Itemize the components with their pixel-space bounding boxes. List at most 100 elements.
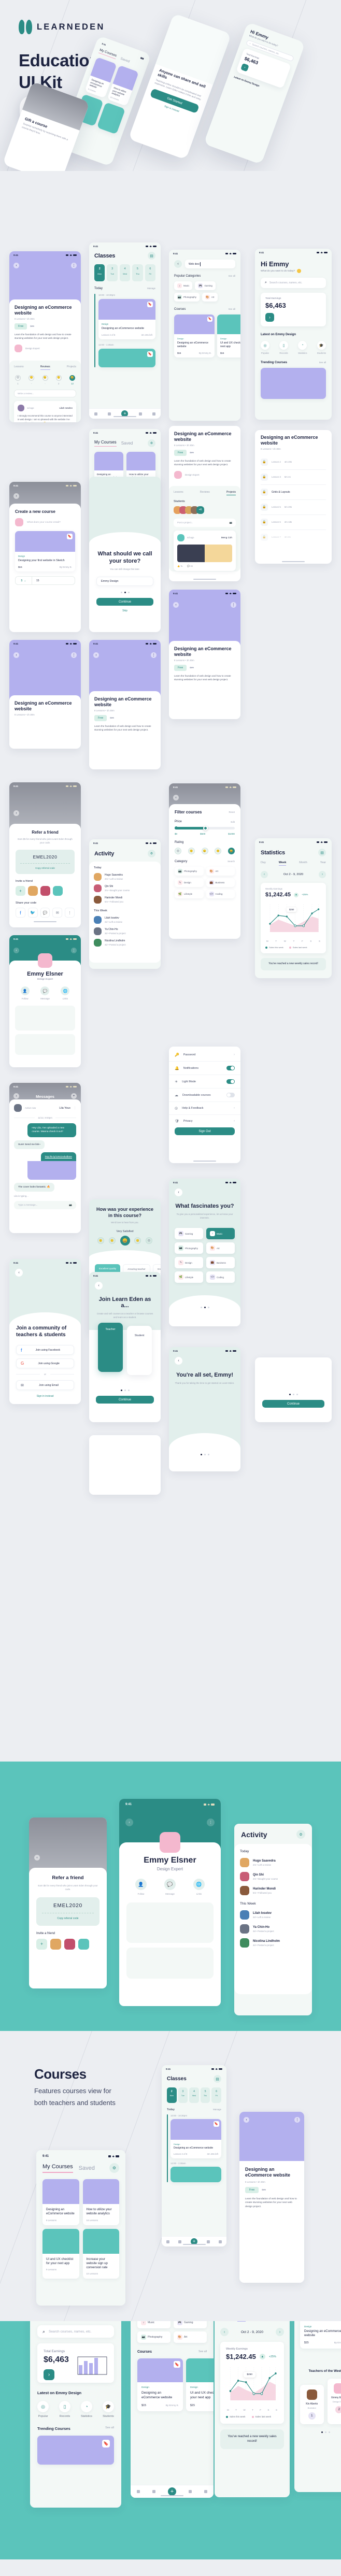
book-icon[interactable]: ▯	[59, 2401, 70, 2412]
settings-label[interactable]: Privacy	[183, 1120, 230, 1123]
lesson-name[interactable]: Lesson 3	[272, 476, 281, 478]
manage-link[interactable]: Manage	[147, 287, 155, 290]
bell-icon[interactable]	[189, 2490, 192, 2493]
tab-my-courses[interactable]: My Courses	[94, 440, 117, 447]
graduate-icon[interactable]: 🎓	[102, 2401, 114, 2412]
category-chip-photography[interactable]: 📷 Photography	[174, 293, 200, 302]
notifications-toggle[interactable]	[226, 1066, 235, 1070]
interest-chip-coding[interactable]: </> Coding	[206, 1271, 235, 1283]
category-chip-music[interactable]: ♪ Music	[137, 2321, 170, 2328]
rating-emoji-4[interactable]: 🙁	[134, 1237, 141, 1244]
back-button[interactable]: ‹	[173, 602, 179, 608]
filter-chip-coding[interactable]: </> Coding	[206, 890, 235, 898]
copy-code-button[interactable]: Copy referral code	[20, 863, 70, 869]
facebook-join-button[interactable]: f Join using Facebook	[16, 1345, 74, 1355]
back-button[interactable]: ‹	[34, 1855, 40, 1861]
settings-label[interactable]: Help & Feedback	[182, 1107, 230, 1110]
back-button[interactable]: ‹	[174, 260, 182, 268]
lesson-name[interactable]: Lesson 6	[272, 521, 281, 523]
continue-button[interactable]: Continue	[96, 598, 153, 606]
twitter-icon[interactable]: 🐦	[27, 908, 38, 918]
filter-icon[interactable]: ⚙	[109, 2163, 119, 2173]
day-chip[interactable]: 3 Tue	[178, 2087, 188, 2103]
book-icon[interactable]	[108, 412, 111, 416]
more-icon[interactable]: ⋮	[65, 908, 75, 918]
tab-projects[interactable]: Projects	[226, 491, 236, 495]
bottom-tab-bar[interactable]: +	[131, 2485, 214, 2498]
email-join-button[interactable]: ✉ Join using Email	[16, 1380, 74, 1390]
slider-handle-min[interactable]	[175, 826, 178, 829]
message-icon[interactable]: 💬	[40, 986, 50, 995]
bottom-tab-bar[interactable]: +	[162, 2236, 226, 2246]
day-chip[interactable]: 5 Thu	[200, 2087, 210, 2103]
rating-emoji-5[interactable]: 😄	[69, 375, 75, 381]
bookmark-icon[interactable]: 🔖	[147, 351, 153, 357]
settings-label[interactable]: Password	[183, 1053, 230, 1056]
rating-emoji-1[interactable]: ☹	[175, 848, 181, 854]
home-icon[interactable]	[166, 2240, 169, 2243]
tab-my-courses[interactable]: My Courses	[98, 48, 117, 60]
new-message-button[interactable]: +	[71, 1093, 77, 1099]
course-card[interactable]: Design UI and UX checklist for your next…	[186, 2358, 214, 2412]
see-all-link[interactable]: See all	[198, 2350, 207, 2354]
day-chip-active[interactable]: 2 Mon	[167, 2087, 177, 2103]
see-all-link[interactable]: See all	[319, 361, 326, 364]
course-card[interactable]: Design UI and UX checklist for your next…	[217, 314, 240, 357]
prev-button[interactable]: ‹	[261, 871, 268, 878]
lesson-name[interactable]: Grids & Layouts	[272, 491, 290, 494]
tab-lessons[interactable]: Lessons	[174, 491, 183, 495]
filter-chip-business[interactable]: 💼 Business	[206, 878, 235, 887]
profile-icon[interactable]	[204, 2490, 207, 2493]
bookmark-icon[interactable]: 🔖	[174, 2361, 180, 2368]
chart-icon[interactable]: ◔	[80, 2401, 92, 2412]
rating-emoji-2[interactable]: 🙁	[188, 848, 195, 854]
profile-icon[interactable]	[219, 2240, 222, 2243]
bell-icon[interactable]	[206, 2240, 210, 2243]
tab-saved[interactable]: Saved	[121, 441, 133, 446]
amount-input[interactable]: 15	[32, 577, 75, 584]
rating-emoji-1[interactable]: ☹	[15, 375, 21, 381]
course-card[interactable]: How to utilize your website analytics 16…	[82, 2179, 119, 2225]
see-all-link[interactable]: See all	[105, 2426, 114, 2431]
book-icon[interactable]: ▯	[279, 341, 289, 350]
add-friend-button[interactable]: +	[16, 886, 25, 896]
bookmark-icon[interactable]: 🔖	[102, 2440, 110, 2448]
next-button[interactable]: ›	[276, 2328, 284, 2336]
day-chip[interactable]: 3 Tue	[107, 264, 118, 281]
day-chip[interactable]: 5 Thu	[132, 264, 143, 281]
camera-icon[interactable]: 📷	[69, 1204, 72, 1207]
price-slider[interactable]	[175, 826, 235, 831]
earnings-next-button[interactable]: ›	[240, 63, 249, 72]
tab-month[interactable]: Month	[299, 861, 307, 866]
bottom-tab-bar[interactable]: +	[89, 408, 161, 419]
manage-link[interactable]: Manage	[213, 2108, 221, 2111]
book-icon[interactable]	[178, 2240, 182, 2243]
bookmark-icon[interactable]: 🔖	[67, 534, 73, 539]
more-button[interactable]: ⋮	[231, 602, 236, 608]
avatar[interactable]	[28, 886, 38, 896]
role-card-student[interactable]: Student	[127, 1326, 152, 1376]
category-chip-photography[interactable]: 📷 Photography	[137, 2331, 170, 2343]
filter-icon[interactable]: ⚙	[148, 439, 155, 447]
book-icon[interactable]	[152, 2490, 155, 2493]
tab-year[interactable]: Year	[320, 861, 326, 866]
category-chip-gaming[interactable]: 🎮 Gaming	[195, 281, 216, 290]
category-chip-art[interactable]: 🎨 Art	[202, 293, 218, 302]
day-chip[interactable]: 6 Fri	[145, 264, 156, 281]
facebook-icon[interactable]: f	[16, 908, 25, 918]
google-join-button[interactable]: G Join using Google	[16, 1358, 74, 1368]
tab-month[interactable]: Month	[257, 2321, 266, 2322]
interest-chip-lifestyle[interactable]: 🌿 Lifestyle	[175, 1271, 203, 1283]
more-button[interactable]: ⋮	[71, 263, 77, 268]
store-name-input[interactable]: Emmy Design	[96, 577, 153, 586]
rating-emoji-3[interactable]: 😐	[42, 375, 48, 381]
more-button[interactable]: ⋮	[151, 652, 157, 658]
review-input[interactable]: Write a review...	[14, 389, 76, 397]
filter-chip-art[interactable]: 🎨 Art	[206, 867, 235, 876]
interest-chip-photography[interactable]: 📷 Photography	[175, 1242, 203, 1254]
category-chip-gaming[interactable]: 🎮 Gaming	[174, 2321, 207, 2328]
tab-year[interactable]: Year	[277, 2321, 284, 2322]
more-button[interactable]: ⋮	[207, 1819, 215, 1826]
rating-emoji-3[interactable]: 😐	[201, 848, 208, 854]
message-icon[interactable]: 💬	[164, 1879, 176, 1890]
